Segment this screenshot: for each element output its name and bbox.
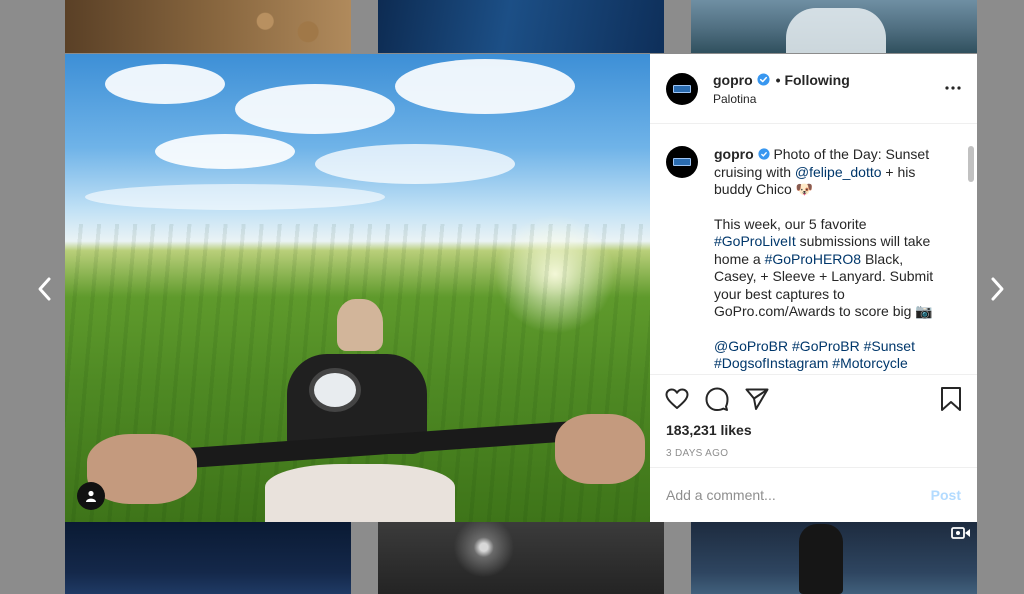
avatar[interactable] (666, 72, 698, 105)
mention-link[interactable]: @felipe_dotto (795, 164, 882, 180)
username-link[interactable]: gopro (713, 72, 753, 88)
post-header: gopro • Following Palotina (650, 54, 977, 124)
post-photo[interactable] (65, 54, 650, 522)
action-bar (650, 374, 977, 422)
verified-badge-icon (757, 146, 770, 162)
hashtag-link[interactable]: #Motorcycle (832, 355, 907, 371)
likes-count[interactable]: 183,231 likes (650, 422, 977, 444)
hashtag-link[interactable]: @GoProBR (714, 338, 788, 354)
bookmark-icon[interactable] (939, 386, 963, 412)
grid-thumbnail[interactable] (378, 522, 664, 594)
comment-bar: Post (650, 467, 977, 521)
comment-input[interactable] (666, 486, 906, 503)
more-options-icon[interactable] (945, 81, 961, 95)
following-button[interactable]: • Following (776, 72, 850, 88)
caption-username[interactable]: gopro (714, 146, 754, 162)
video-icon (951, 527, 970, 539)
comment-icon[interactable] (704, 386, 730, 412)
heart-icon[interactable] (664, 386, 690, 412)
caption-text: gopro Photo of the Day: Sunset cruising … (714, 146, 946, 374)
chevron-right-icon[interactable] (985, 274, 1009, 304)
chevron-left-icon[interactable] (33, 274, 57, 304)
caption-line: This week, our 5 favorite (714, 215, 867, 232)
verified-badge-icon (757, 73, 770, 86)
hashtag-link[interactable]: #DogsofInstagram (714, 355, 828, 371)
hashtag-link[interactable]: #GoProHERO8 (765, 251, 861, 267)
hashtag-link[interactable]: #GoProBR (792, 338, 860, 354)
grid-thumbnail[interactable] (65, 0, 351, 53)
grid-thumbnail[interactable] (691, 0, 977, 53)
user-tag-icon[interactable] (77, 482, 105, 510)
location-link[interactable]: Palotina (713, 92, 850, 106)
share-icon[interactable] (744, 386, 770, 412)
caption-scrollbar[interactable] (968, 146, 974, 182)
post-date[interactable]: 3 DAYS AGO (650, 444, 977, 467)
post-sidebar: gopro • Following Palotina gopro Photo o… (650, 54, 977, 522)
hashtag-link[interactable]: #Sunset (864, 338, 915, 354)
hashtag-link[interactable]: #GoProLiveIt (714, 233, 796, 249)
grid-thumbnail[interactable] (691, 522, 977, 594)
grid-thumbnail[interactable] (378, 0, 664, 53)
post-modal: gopro • Following Palotina gopro Photo o… (65, 54, 977, 522)
caption-area: gopro Photo of the Day: Sunset cruising … (650, 124, 977, 374)
post-comment-button[interactable]: Post (931, 487, 961, 503)
avatar[interactable] (666, 146, 698, 178)
grid-thumbnail[interactable] (65, 522, 351, 594)
